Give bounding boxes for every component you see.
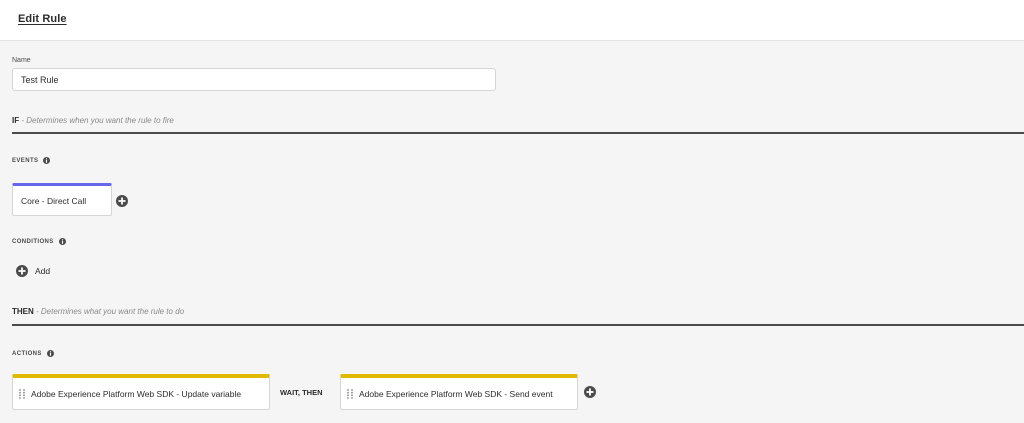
action-card-label: Adobe Experience Platform Web SDK - Send… bbox=[359, 388, 553, 399]
then-description: Determines what you want the rule to do bbox=[40, 307, 185, 316]
then-divider bbox=[12, 324, 1024, 326]
drag-handle-icon[interactable] bbox=[345, 388, 355, 400]
if-section-heading: IF - Determines when you want the rule t… bbox=[12, 116, 174, 125]
conditions-label-row: CONDITIONS bbox=[12, 238, 66, 245]
actions-label-row: ACTIONS bbox=[12, 350, 54, 357]
actions-label: ACTIONS bbox=[12, 350, 42, 357]
conditions-label: CONDITIONS bbox=[12, 238, 54, 245]
add-event-plus-icon[interactable] bbox=[116, 195, 128, 207]
then-section-heading: THEN - Determines what you want the rule… bbox=[12, 307, 184, 316]
info-icon[interactable] bbox=[58, 238, 66, 245]
drag-handle-icon[interactable] bbox=[17, 388, 27, 400]
events-label-row: EVENTS bbox=[12, 157, 51, 164]
then-keyword: THEN bbox=[12, 307, 34, 316]
add-action-plus-icon[interactable] bbox=[584, 386, 596, 398]
if-keyword: IF bbox=[12, 116, 20, 125]
wait-then-separator: WAIT, THEN bbox=[280, 388, 323, 397]
add-condition-label: Add bbox=[35, 266, 51, 276]
if-description: Determines when you want the rule to fir… bbox=[26, 116, 174, 125]
action-card-label: Adobe Experience Platform Web SDK - Upda… bbox=[31, 388, 242, 399]
action-card-send-event[interactable]: Adobe Experience Platform Web SDK - Send… bbox=[340, 374, 578, 410]
if-divider bbox=[12, 132, 1024, 134]
header-bar: Edit Rule bbox=[0, 0, 1024, 41]
event-card-direct-call[interactable]: Core - Direct Call bbox=[12, 183, 112, 216]
name-label: Name bbox=[12, 57, 31, 64]
name-input[interactable] bbox=[12, 68, 496, 91]
action-card-update-variable[interactable]: Adobe Experience Platform Web SDK - Upda… bbox=[12, 374, 270, 410]
info-icon[interactable] bbox=[46, 350, 54, 357]
page-title[interactable]: Edit Rule bbox=[18, 13, 67, 25]
plus-circle-icon bbox=[16, 265, 28, 277]
event-card-label: Core - Direct Call bbox=[21, 195, 87, 206]
info-icon[interactable] bbox=[43, 157, 51, 164]
events-label: EVENTS bbox=[12, 157, 39, 164]
add-condition-button[interactable]: Add bbox=[16, 265, 50, 277]
